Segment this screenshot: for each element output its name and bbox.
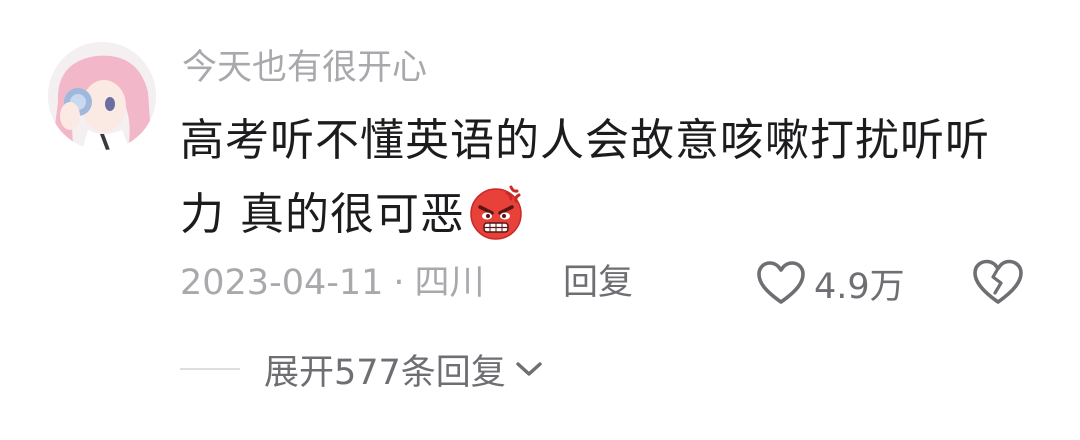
comment-body: 高考听不懂英语的人会故意咳嗽打扰听听力 真的很可恶 (180, 115, 990, 240)
meta-separator: · (393, 263, 405, 303)
dislike-button[interactable] (972, 258, 1024, 306)
angry-face-icon (467, 183, 525, 241)
comment-text: 高考听不懂英语的人会故意咳嗽打扰听听力 真的很可恶 (180, 104, 1020, 252)
expand-replies-label: 展开577条回复 (264, 352, 506, 393)
comment-item: 今天也有很开心 高考听不懂英语的人会故意咳嗽打扰听听力 真的很可恶 2023-0… (0, 0, 1080, 440)
username[interactable]: 今天也有很开心 (182, 44, 427, 92)
expand-replies-button[interactable]: 展开577条回复 (264, 344, 544, 394)
heart-outline-icon (757, 261, 805, 304)
comment-date: 2023-04-11 (180, 263, 384, 303)
expand-divider (180, 368, 240, 370)
chevron-down-icon (516, 362, 542, 376)
comment-location: 四川 (414, 263, 485, 303)
like-button[interactable]: 4.9万 (756, 256, 905, 310)
reply-button[interactable]: 回复 (563, 258, 633, 308)
like-count: 4.9万 (814, 266, 905, 307)
broken-heart-icon (973, 259, 1023, 304)
avatar[interactable] (48, 42, 156, 150)
comment-meta: 2023-04-11 · 四川 (180, 258, 485, 308)
anime-girl-avatar-image (48, 42, 156, 150)
